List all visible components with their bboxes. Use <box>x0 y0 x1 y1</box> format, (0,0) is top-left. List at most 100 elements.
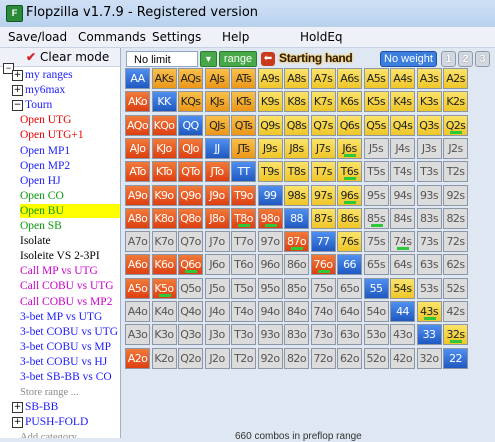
hand-cell[interactable]: T3s <box>416 161 442 183</box>
hand-cell[interactable]: 65o <box>337 277 362 299</box>
tree-item[interactable]: Open UTG+1 <box>20 128 120 142</box>
hand-cell[interactable]: 98o <box>257 207 283 229</box>
hand-cell[interactable]: K9s <box>257 91 283 113</box>
hand-cell[interactable]: AJo <box>125 137 150 159</box>
hand-cell[interactable]: A8o <box>125 207 150 229</box>
hand-cell[interactable]: A3o <box>125 324 150 346</box>
hand-cell[interactable]: T5s <box>363 161 389 183</box>
hand-cell[interactable]: KK <box>151 91 177 113</box>
hand-cell[interactable]: A2o <box>125 347 150 369</box>
hand-cell[interactable]: A7o <box>125 231 150 253</box>
hand-cell[interactable]: T4o <box>231 301 256 322</box>
hand-cell[interactable]: 97s <box>310 184 336 206</box>
hand-cell[interactable]: K4s <box>390 91 415 113</box>
hand-cell[interactable]: K2o <box>151 347 177 369</box>
hand-cell[interactable]: KQs <box>178 91 203 113</box>
hand-cell[interactable]: 42s <box>443 301 468 322</box>
hand-cell[interactable]: 95s <box>363 184 389 206</box>
tree-action[interactable]: Add category <box>20 430 120 438</box>
hand-cell[interactable]: 87o <box>284 231 309 253</box>
hand-cell[interactable]: 72s <box>443 231 468 253</box>
hand-cell[interactable]: T8o <box>231 207 256 229</box>
hand-cell[interactable]: KTs <box>231 91 256 113</box>
hand-cell[interactable]: A5s <box>363 68 389 89</box>
hand-cell[interactable]: J6o <box>204 254 230 276</box>
hand-cell[interactable]: ATo <box>125 161 150 183</box>
hand-cell[interactable]: 32s <box>443 324 468 346</box>
hand-cell[interactable]: AQs <box>178 68 203 89</box>
hand-cell[interactable]: A7s <box>310 68 336 89</box>
hand-cell[interactable]: 74s <box>390 231 415 253</box>
tree-item[interactable]: 3-bet COBU vs MP <box>20 340 120 354</box>
tree-item[interactable]: Isolate <box>20 234 120 248</box>
hand-cell[interactable]: 54o <box>363 301 389 322</box>
tree-item[interactable]: Isoleite VS 2-3PI <box>20 249 120 263</box>
hand-cell[interactable]: 84o <box>284 301 309 322</box>
hand-cell[interactable]: J9o <box>204 184 230 206</box>
hand-cell[interactable]: 97o <box>257 231 283 253</box>
hand-cell[interactable]: J4o <box>204 301 230 322</box>
hand-cell[interactable]: A9s <box>257 68 283 89</box>
tree-action[interactable]: Store range ... <box>20 385 120 399</box>
tree-item[interactable]: Open MP2 <box>20 159 120 173</box>
hand-cell[interactable]: 93s <box>416 184 442 206</box>
weight-3-button[interactable]: 3 <box>475 51 490 67</box>
hand-cell[interactable]: 66 <box>337 254 362 276</box>
hand-cell[interactable]: Q9o <box>178 184 203 206</box>
range-button[interactable]: range <box>219 51 257 67</box>
hand-cell[interactable]: KQo <box>151 114 177 136</box>
hand-cell[interactable]: J9s <box>257 137 283 159</box>
tree-item[interactable]: Call COBU vs MP2 <box>20 295 120 309</box>
hand-cell[interactable]: Q6o <box>178 254 203 276</box>
hand-cell[interactable]: AKs <box>151 68 177 89</box>
hand-cell[interactable]: 87s <box>310 207 336 229</box>
hand-cell[interactable]: 65s <box>363 254 389 276</box>
menu-settings[interactable]: Settings <box>152 30 201 44</box>
hand-cell[interactable]: 99 <box>257 184 283 206</box>
hand-cell[interactable]: 76s <box>337 231 362 253</box>
hand-cell[interactable]: T4s <box>390 161 415 183</box>
hand-cell[interactable]: 64s <box>390 254 415 276</box>
hand-cell[interactable]: 74o <box>310 301 336 322</box>
hand-cell[interactable]: 55 <box>363 277 389 299</box>
hand-cell[interactable]: 82o <box>284 347 309 369</box>
hand-cell[interactable]: T7o <box>231 231 256 253</box>
hand-cell[interactable]: JTo <box>204 161 230 183</box>
hand-cell[interactable]: 62s <box>443 254 468 276</box>
hand-cell[interactable]: AQo <box>125 114 150 136</box>
hand-cell[interactable]: 84s <box>390 207 415 229</box>
hand-cell[interactable]: K7s <box>310 91 336 113</box>
hand-cell[interactable]: 42o <box>390 347 415 369</box>
hand-cell[interactable]: 52o <box>363 347 389 369</box>
hand-cell[interactable]: 64o <box>337 301 362 322</box>
hand-cell[interactable]: J7s <box>310 137 336 159</box>
weight-2-button[interactable]: 2 <box>458 51 473 67</box>
hand-cell[interactable]: Q5s <box>363 114 389 136</box>
hand-cell[interactable]: J6s <box>337 137 362 159</box>
hand-cell[interactable]: A3s <box>416 68 442 89</box>
hand-cell[interactable]: QTs <box>231 114 256 136</box>
weight-1-button[interactable]: 1 <box>441 51 456 67</box>
hand-cell[interactable]: ATs <box>231 68 256 89</box>
hand-cell[interactable]: 53o <box>363 324 389 346</box>
hand-cell[interactable]: QJo <box>178 137 203 159</box>
hand-cell[interactable]: 72o <box>310 347 336 369</box>
hand-cell[interactable]: 96s <box>337 184 362 206</box>
menu-help[interactable]: Help <box>222 30 249 44</box>
tree-item[interactable]: 3-bet COBU vs UTG <box>20 325 120 339</box>
clear-mode-toggle[interactable]: ✔ Clear mode <box>0 48 120 67</box>
expand-icon[interactable]: + <box>12 69 23 81</box>
hand-cell[interactable]: K9o <box>151 184 177 206</box>
no-weight-button[interactable]: No weight <box>380 51 437 67</box>
hand-cell[interactable]: K5s <box>363 91 389 113</box>
hand-cell[interactable]: 73s <box>416 231 442 253</box>
hand-cell[interactable]: 77 <box>310 231 336 253</box>
hand-cell[interactable]: A2s <box>443 68 468 89</box>
hand-cell[interactable]: Q9s <box>257 114 283 136</box>
hand-cell[interactable]: T6s <box>337 161 362 183</box>
hand-cell[interactable]: 76o <box>310 254 336 276</box>
hand-cell[interactable]: J2s <box>443 137 468 159</box>
hand-cell[interactable]: KTo <box>151 161 177 183</box>
hand-cell[interactable]: Q5o <box>178 277 203 299</box>
hand-cell[interactable]: 94o <box>257 301 283 322</box>
